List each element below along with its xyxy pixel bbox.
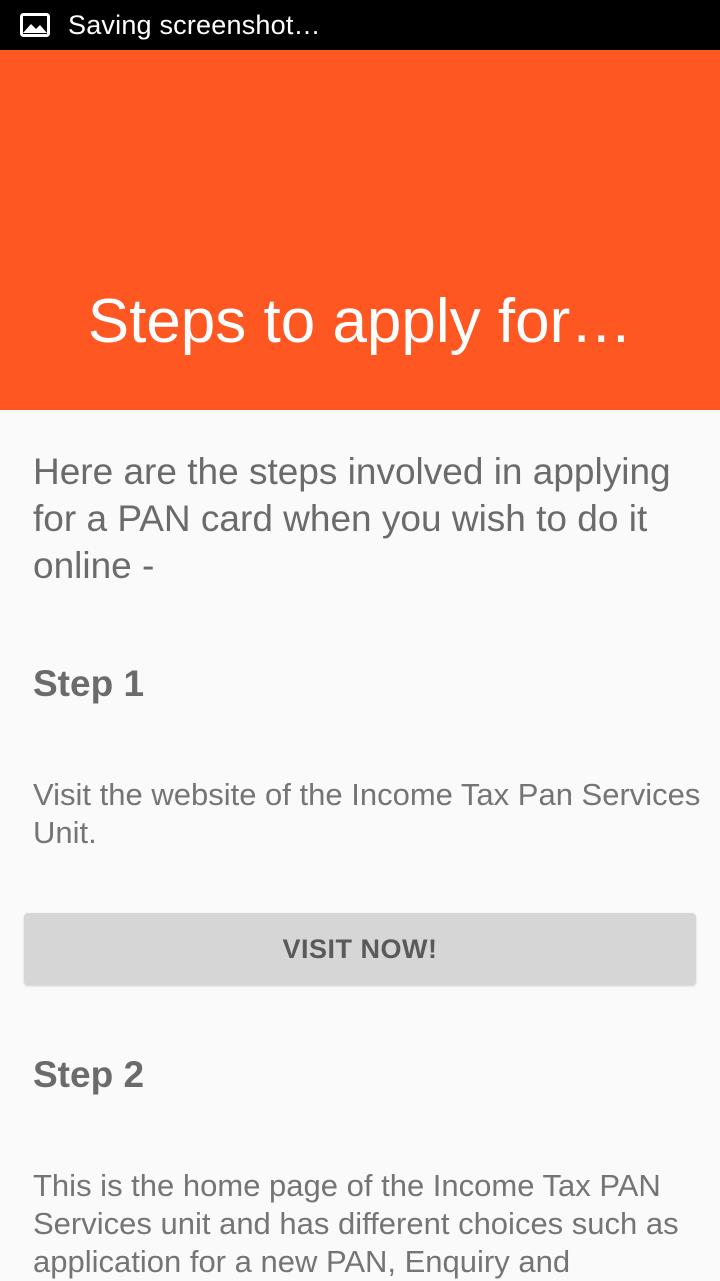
step-1-heading: Step 1: [33, 663, 145, 704]
status-bar: Saving screenshot…: [0, 0, 720, 50]
step-2-heading: Step 2: [33, 1054, 145, 1095]
status-text: Saving screenshot…: [68, 10, 321, 40]
step-2-text: This is the home page of the Income Tax …: [33, 1168, 679, 1279]
step-1-text: Visit the website of the Income Tax Pan …: [33, 777, 701, 850]
page-title: Steps to apply for…: [87, 287, 633, 356]
visit-now-button[interactable]: VISIT NOW!: [24, 913, 696, 985]
intro-text: Here are the steps involved in applying …: [33, 451, 671, 586]
image-icon: [20, 13, 50, 37]
